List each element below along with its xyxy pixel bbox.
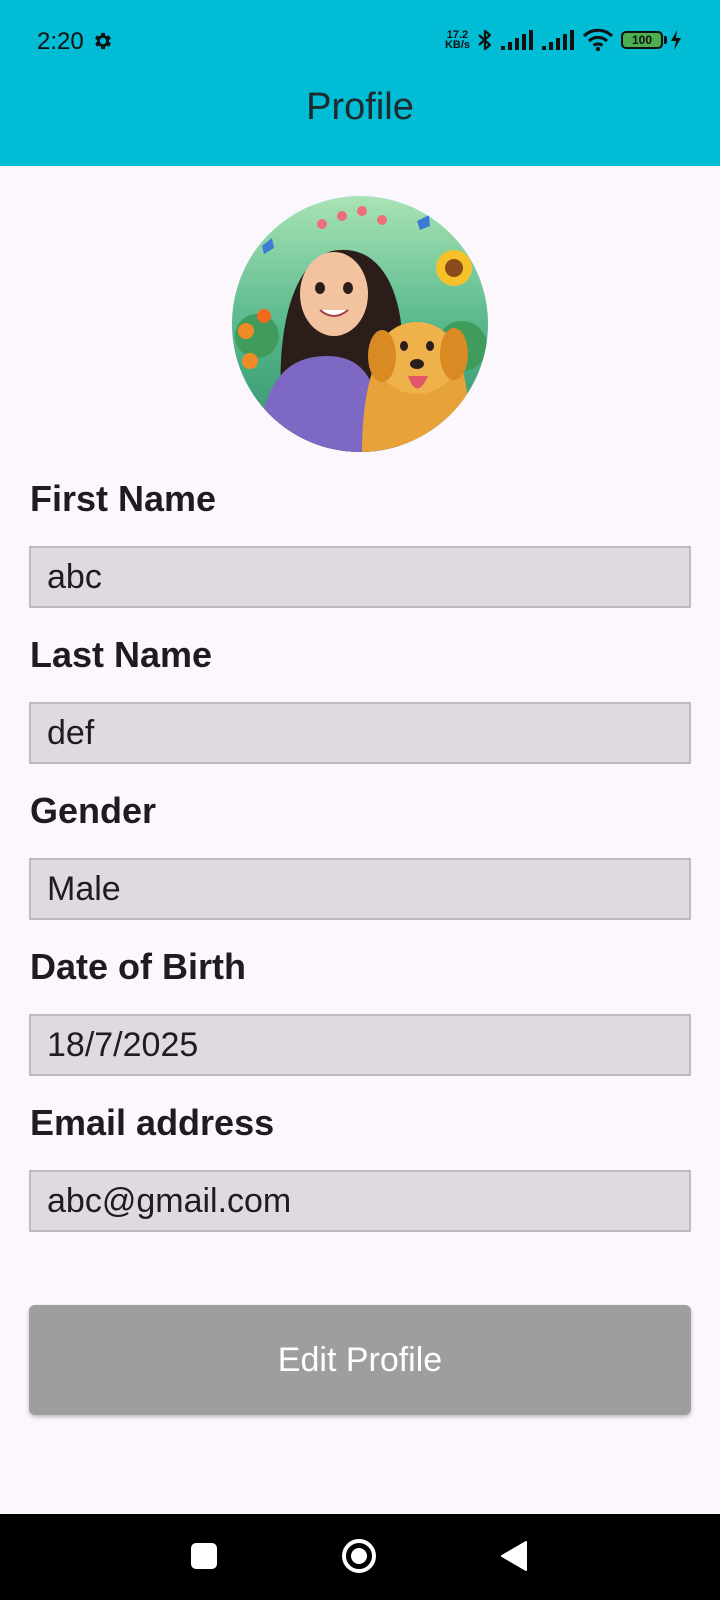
profile-avatar bbox=[232, 196, 488, 452]
email-field[interactable]: abc@gmail.com bbox=[29, 1170, 691, 1232]
network-speed: 17.2 KB/s bbox=[444, 30, 470, 51]
system-nav-bar bbox=[0, 1514, 720, 1600]
status-bar: 2:20 17.2 KB/s 100 bbox=[0, 0, 720, 86]
battery-level: 100 bbox=[631, 33, 653, 47]
signal-icon bbox=[501, 30, 533, 50]
charging-icon bbox=[671, 30, 681, 50]
settings-gear-icon bbox=[95, 32, 111, 50]
date-of-birth-field[interactable]: 18/7/2025 bbox=[29, 1014, 691, 1076]
battery-icon: 100 bbox=[621, 31, 667, 49]
status-icons: 17.2 KB/s 100 bbox=[445, 25, 682, 55]
first-name-field[interactable]: abc bbox=[29, 546, 691, 608]
avatar-illustration-icon bbox=[232, 196, 488, 452]
bluetooth-icon bbox=[478, 29, 492, 51]
edit-profile-button[interactable]: Edit Profile bbox=[29, 1305, 691, 1415]
app-header: 2:20 17.2 KB/s 100 Profile bbox=[0, 0, 720, 166]
gender-field[interactable]: Male bbox=[29, 858, 691, 920]
page-title: Profile bbox=[306, 86, 414, 128]
gender-label: Gender bbox=[30, 790, 157, 831]
home-icon[interactable] bbox=[341, 1538, 377, 1574]
recents-icon[interactable] bbox=[191, 1543, 217, 1569]
net-speed-unit: KB/s bbox=[444, 39, 470, 51]
email-label: Email address bbox=[30, 1102, 275, 1143]
last-name-field[interactable]: def bbox=[29, 702, 691, 764]
wifi-icon bbox=[582, 28, 614, 52]
first-name-label: First Name bbox=[30, 478, 217, 519]
back-icon[interactable] bbox=[500, 1540, 528, 1572]
signal-icon bbox=[542, 30, 574, 50]
date-of-birth-label: Date of Birth bbox=[30, 946, 246, 987]
status-time: 2:20 bbox=[37, 28, 84, 55]
last-name-label: Last Name bbox=[30, 634, 213, 675]
